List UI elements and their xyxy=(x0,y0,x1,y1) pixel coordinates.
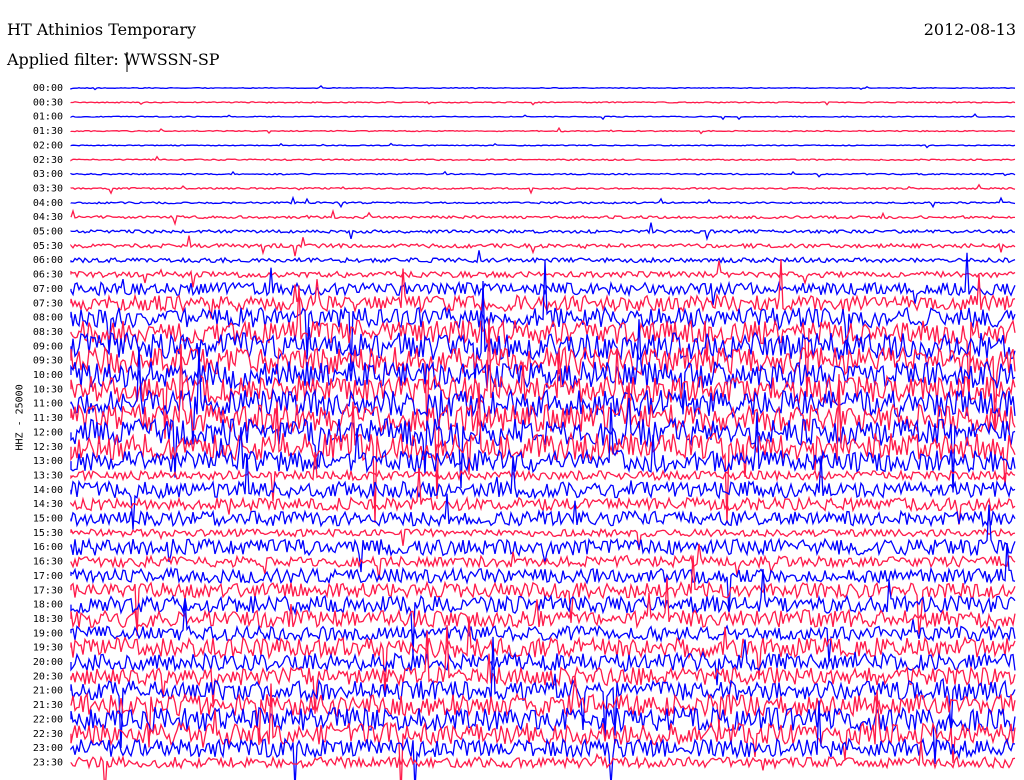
trace-row xyxy=(70,577,1016,630)
row-time-label: 02:30 xyxy=(33,155,63,166)
trace-row xyxy=(70,101,1016,106)
trace-row xyxy=(70,142,1016,149)
row-time-label: 04:00 xyxy=(33,198,63,209)
trace-layer xyxy=(70,85,1016,780)
row-time-label: 11:00 xyxy=(33,399,63,410)
row-time-label: 09:30 xyxy=(33,356,63,367)
row-time-label: 20:30 xyxy=(33,671,63,682)
row-time-label: 16:30 xyxy=(33,557,63,568)
row-time-label: 00:30 xyxy=(33,97,63,108)
trace-row xyxy=(70,85,1016,91)
row-time-label: 14:30 xyxy=(33,499,63,510)
row-time-label: 05:30 xyxy=(33,241,63,252)
row-time-label: 07:30 xyxy=(33,298,63,309)
row-time-label: 12:30 xyxy=(33,442,63,453)
row-time-label: 21:30 xyxy=(33,700,63,711)
row-time-label: 22:30 xyxy=(33,729,63,740)
trace-row xyxy=(70,222,1016,242)
row-time-label: 15:00 xyxy=(33,514,63,525)
row-time-label: 21:00 xyxy=(33,686,63,697)
row-time-label: 23:30 xyxy=(33,757,63,768)
row-time-label: 02:00 xyxy=(33,140,63,151)
trace-row xyxy=(70,600,1016,662)
row-time-label: 15:30 xyxy=(33,528,63,539)
row-time-label: 06:00 xyxy=(33,255,63,266)
row-time-label: 00:00 xyxy=(33,83,63,94)
row-time-label: 18:00 xyxy=(33,600,63,611)
row-time-label: 09:00 xyxy=(33,341,63,352)
trace-row xyxy=(70,235,1016,257)
row-time-label: 12:00 xyxy=(33,427,63,438)
row-time-label: 10:00 xyxy=(33,370,63,381)
row-time-label: 17:30 xyxy=(33,585,63,596)
row-time-label: 14:00 xyxy=(33,485,63,496)
trace-row xyxy=(70,543,1016,580)
row-time-label: 13:00 xyxy=(33,456,63,467)
row-time-label: 04:30 xyxy=(33,212,63,223)
row-time-label: 01:30 xyxy=(33,126,63,137)
trace-row xyxy=(70,155,1016,162)
row-time-label: 05:00 xyxy=(33,227,63,238)
row-label-layer: 00:00 00:30 01:00 01:30 02:00 02:30 03:00 03:30… xyxy=(33,83,63,768)
row-time-label: 01:00 xyxy=(33,112,63,123)
row-time-label: 08:30 xyxy=(33,327,63,338)
helicorder-plot: 00:00 00:30 01:00 01:30 02:00 02:30 03:00 03:30… xyxy=(33,52,1016,780)
trace-row xyxy=(70,250,1016,264)
row-time-label: 11:30 xyxy=(33,413,63,424)
row-time-label: 06:30 xyxy=(33,270,63,281)
row-time-label: 16:00 xyxy=(33,542,63,553)
row-time-label: 13:30 xyxy=(33,470,63,481)
row-time-label: 19:30 xyxy=(33,643,63,654)
trace-row xyxy=(70,195,1016,209)
trace-row xyxy=(70,126,1016,135)
row-time-label: 17:00 xyxy=(33,571,63,582)
row-time-label: 22:00 xyxy=(33,714,63,725)
row-time-label: 10:30 xyxy=(33,384,63,395)
trace-row xyxy=(70,208,1015,227)
row-time-label: 03:00 xyxy=(33,169,63,180)
row-time-label: 19:00 xyxy=(33,628,63,639)
row-time-label: 18:30 xyxy=(33,614,63,625)
row-time-label: 07:00 xyxy=(33,284,63,295)
row-time-label: 23:00 xyxy=(33,743,63,754)
trace-row xyxy=(70,113,1016,121)
row-time-label: 20:00 xyxy=(33,657,63,668)
row-time-label: 03:30 xyxy=(33,183,63,194)
row-time-label: 08:00 xyxy=(33,313,63,324)
trace-row xyxy=(70,183,1016,195)
trace-row xyxy=(70,260,1016,372)
trace-row xyxy=(70,170,1016,178)
